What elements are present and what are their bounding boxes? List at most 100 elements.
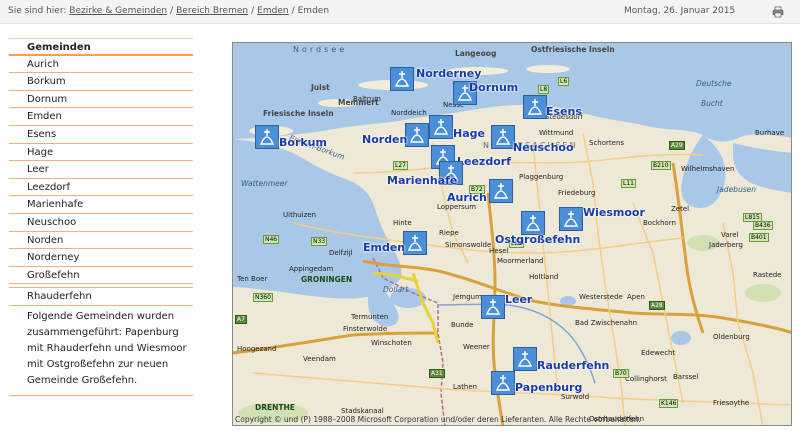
map[interactable]: Nordsee Wattenmeer Dollart Deutsche Buch…	[232, 42, 792, 426]
marker-label-wiesmoor[interactable]: Wiesmoor	[583, 206, 645, 219]
sidebar-item-norderney[interactable]: Norderney	[9, 249, 193, 267]
place-label: Hinte	[393, 219, 412, 227]
road-shield: B401	[749, 233, 769, 242]
marker-label-norden[interactable]: Norden	[362, 133, 407, 146]
road-shield: A29	[669, 141, 685, 150]
printer-icon[interactable]	[772, 6, 784, 18]
marker-label-neuschoo[interactable]: Neuschoo	[513, 141, 574, 154]
marker-label-leezdorf[interactable]: Leezdorf	[457, 155, 511, 168]
marker-label-norderney[interactable]: Norderney	[416, 67, 481, 80]
place-label: Wilhelmshaven	[681, 165, 735, 173]
island-label-friesische-inseln: Friesische Inseln	[263, 109, 334, 118]
place-label: Moormerland	[497, 257, 544, 265]
church-icon[interactable]	[255, 125, 279, 149]
church-icon[interactable]	[405, 123, 429, 147]
island-label-ostfriesische-inseln: Ostfriesische Inseln	[531, 45, 615, 54]
sidebar-item-aurich[interactable]: Aurich	[9, 56, 193, 74]
breadcrumb-link-bremen[interactable]: Bereich Bremen	[176, 6, 248, 16]
place-label: Schortens	[589, 139, 625, 147]
sidebar-item-leezdorf[interactable]: Leezdorf	[9, 179, 193, 197]
place-label: Loppersum	[437, 203, 477, 211]
marker-label-leer[interactable]: Leer	[505, 293, 532, 306]
road-shield: L8	[538, 85, 550, 94]
sidebar-item-norden[interactable]: Norden	[9, 232, 193, 250]
merge-note: Folgende Gemeinden wurden zusammengeführ…	[9, 306, 193, 396]
place-label: Oldenburg	[713, 333, 750, 341]
church-icon[interactable]	[489, 179, 513, 203]
marker-label-aurich[interactable]: Aurich	[447, 191, 487, 204]
sidebar-header-gemeinden[interactable]: Gemeinden	[9, 38, 193, 56]
place-label: Baltrum	[353, 95, 381, 103]
place-label: Termunten	[351, 313, 389, 321]
sidebar-item-esens[interactable]: Esens	[9, 126, 193, 144]
place-label: Appingedam	[289, 265, 334, 273]
place-label: Barssel	[673, 373, 699, 381]
place-label: Lathen	[453, 383, 478, 391]
place-label: Plaggenburg	[519, 173, 564, 181]
place-label: Hesel	[489, 247, 509, 255]
water-label-dollart: Dollart	[383, 285, 409, 294]
marker-label-papenburg[interactable]: Papenburg	[515, 381, 582, 394]
road-shield: L11	[621, 179, 636, 188]
church-icon[interactable]	[390, 67, 414, 91]
place-label: Riepe	[439, 229, 459, 237]
sidebar-item-borkum[interactable]: Borkum	[9, 73, 193, 91]
place-label: Rastede	[753, 271, 782, 279]
top-bar: Sie sind hier: Bezirke & Gemeinden / Berei…	[0, 0, 800, 24]
marker-label-rauderfehn[interactable]: Rauderfehn	[537, 359, 609, 372]
marker-label-dornum[interactable]: Dornum	[469, 81, 518, 94]
road-shield: K146	[659, 399, 679, 408]
place-label: Jaderberg	[709, 241, 743, 249]
church-icon[interactable]	[481, 295, 505, 319]
place-label: Edewecht	[641, 349, 676, 357]
sea-label-nordsee: Nordsee	[293, 45, 348, 54]
water-label-jadebusen: Jadebusen	[717, 185, 756, 194]
marker-label-hage[interactable]: Hage	[453, 127, 485, 140]
island-label-juist: Juist	[311, 83, 330, 92]
place-label: Friesoythe	[713, 399, 750, 407]
road-shield: A28	[649, 301, 665, 310]
marker-label-esens[interactable]: Esens	[546, 105, 582, 118]
place-label: Surwold	[561, 393, 590, 401]
breadcrumb-current: Emden	[297, 6, 330, 16]
church-icon[interactable]	[429, 115, 453, 139]
marker-label-ostgrossefehn[interactable]: Ostgroßefehn	[495, 233, 580, 246]
country-label-groningen: GRONINGEN	[301, 275, 353, 284]
sidebar-item-leer[interactable]: Leer	[9, 161, 193, 179]
road-shield: B210	[651, 161, 671, 170]
church-icon[interactable]	[521, 211, 545, 235]
church-icon[interactable]	[559, 207, 583, 231]
breadcrumb-link-emden[interactable]: Emden	[257, 6, 288, 16]
road-shield: N46	[263, 235, 280, 244]
sidebar-item-emden[interactable]: Emden	[9, 108, 193, 126]
sidebar-item-marienhafe[interactable]: Marienhafe	[9, 196, 193, 214]
current-date: Montag, 26. Januar 2015	[624, 6, 736, 16]
breadcrumb-prefix: Sie sind hier:	[8, 6, 67, 16]
breadcrumb-link-bezirke[interactable]: Bezirke & Gemeinden	[69, 6, 167, 16]
road-shield: A31	[429, 369, 445, 378]
church-icon[interactable]	[491, 125, 515, 149]
sidebar-item-rhauderfehn[interactable]: Rhauderfehn	[9, 288, 193, 306]
place-label: Collinghorst	[625, 375, 667, 383]
island-label-langeoog: Langeoog	[455, 49, 497, 58]
place-label: Jemgum	[453, 293, 482, 301]
place-label: Zetel	[671, 205, 690, 213]
sidebar-menu: Gemeinden Aurich Borkum Dornum Emden Ese…	[9, 38, 193, 396]
place-label: Norddeich	[391, 109, 427, 117]
sidebar-item-dornum[interactable]: Dornum	[9, 91, 193, 109]
sidebar-item-grossefehn[interactable]: Großefehn	[9, 267, 193, 285]
marker-label-emden[interactable]: Emden	[363, 241, 405, 254]
marker-label-borkum[interactable]: Borkum	[279, 136, 327, 149]
sidebar-item-neuschoo[interactable]: Neuschoo	[9, 214, 193, 232]
place-label: Weener	[463, 343, 490, 351]
church-icon[interactable]	[523, 95, 547, 119]
church-icon[interactable]	[403, 231, 427, 255]
place-label: Uithuizen	[283, 211, 317, 219]
sidebar-item-hage[interactable]: Hage	[9, 144, 193, 162]
road-shield: L815	[743, 213, 762, 222]
marker-label-marienhafe[interactable]: Marienhafe	[387, 174, 457, 187]
church-icon[interactable]	[491, 371, 515, 395]
map-copyright: Copyright © und (P) 1988–2008 Microsoft …	[235, 415, 641, 424]
road-shield: N360	[253, 293, 273, 302]
church-icon[interactable]	[513, 347, 537, 371]
